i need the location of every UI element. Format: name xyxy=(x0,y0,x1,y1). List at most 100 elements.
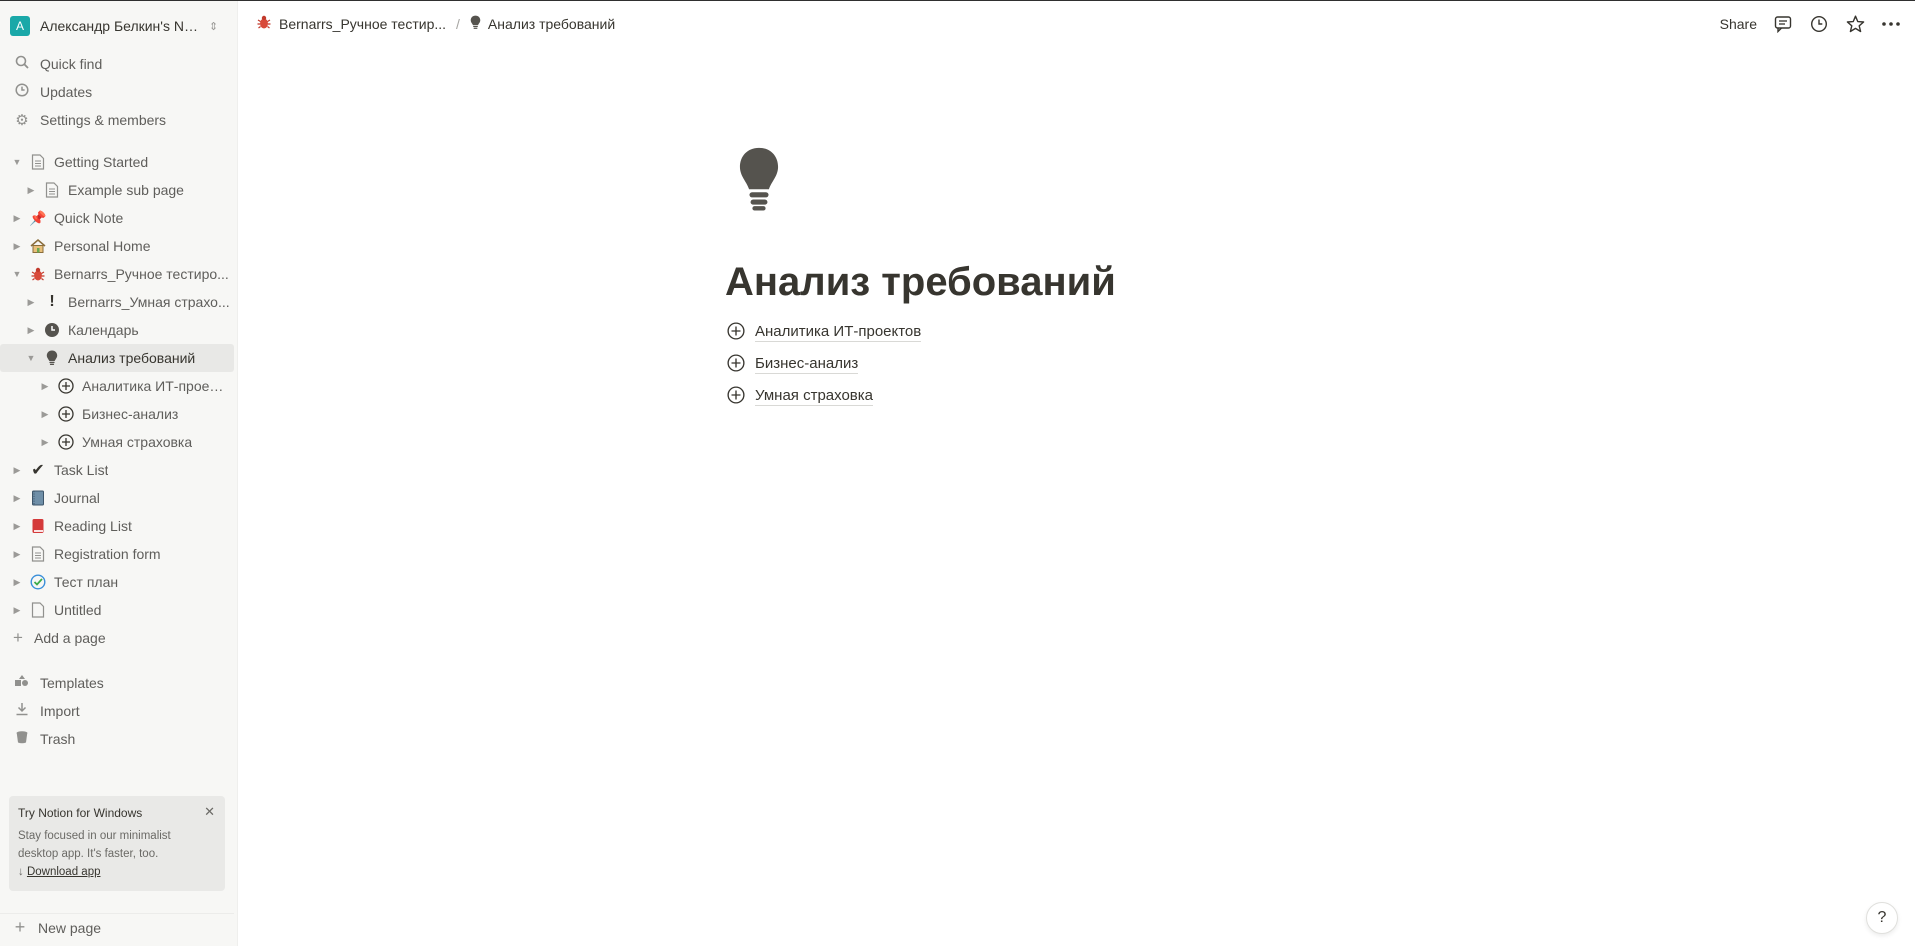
subpage-title: Аналитика ИТ-проектов xyxy=(755,322,922,342)
sidebar-item-reading-list[interactable]: ▶ Reading List xyxy=(10,512,244,540)
expand-toggle-icon[interactable]: ▶ xyxy=(38,381,52,392)
expand-toggle-icon[interactable]: ▶ xyxy=(24,185,38,196)
sidebar: A Александр Белкин's Not... ⇕ Quick find… xyxy=(0,1,238,946)
updates-button[interactable]: Updates xyxy=(0,78,234,106)
templates-button[interactable]: Templates xyxy=(0,669,234,697)
book-icon xyxy=(28,516,48,536)
updates-label: Updates xyxy=(40,84,93,100)
add-page-button[interactable]: + Add a page xyxy=(0,624,234,652)
lightbulb-icon xyxy=(42,348,62,368)
sidebar-item-registration-form[interactable]: ▶ Registration form xyxy=(10,540,244,568)
import-label: Import xyxy=(40,703,80,719)
checkmark-icon: ✔ xyxy=(31,462,45,479)
topbar: Bernarrs_Ручное тестир... / Анализ требо… xyxy=(238,1,1915,46)
share-button[interactable]: Share xyxy=(1720,16,1757,32)
new-page-button[interactable]: + New page xyxy=(0,913,234,941)
expand-toggle-icon[interactable]: ▶ xyxy=(38,409,52,420)
expand-toggle-icon[interactable]: ▶ xyxy=(10,241,24,252)
sidebar-item-example-sub-page[interactable]: ▶ Example sub page xyxy=(24,176,258,204)
sidebar-item-label: Умная страховка xyxy=(82,434,193,450)
promo-body: Stay focused in our minimalist desktop a… xyxy=(18,827,216,881)
add-circle-icon xyxy=(56,432,76,452)
expand-toggle-icon[interactable]: ▶ xyxy=(10,213,24,224)
help-button[interactable]: ? xyxy=(1866,902,1898,934)
workspace-avatar: A xyxy=(10,16,30,36)
expand-toggle-icon[interactable]: ▶ xyxy=(10,605,24,616)
sidebar-item-requirements-analysis[interactable]: ▼ Анализ требований xyxy=(0,344,234,372)
bug-icon xyxy=(256,14,272,33)
expand-toggle-icon[interactable]: ▼ xyxy=(10,269,24,279)
expand-toggle-icon[interactable]: ▶ xyxy=(10,549,24,560)
sidebar-item-label: Аналитика ИТ-проек... xyxy=(82,378,227,394)
desktop-app-promo: Try Notion for Windows ✕ Stay focused in… xyxy=(9,796,225,891)
comment-icon[interactable] xyxy=(1773,14,1793,34)
search-icon xyxy=(12,55,32,73)
templates-label: Templates xyxy=(40,675,104,691)
sidebar-item-label: Календарь xyxy=(68,322,139,338)
trash-button[interactable]: Trash xyxy=(0,725,234,753)
expand-toggle-icon[interactable]: ▶ xyxy=(10,493,24,504)
house-icon xyxy=(28,236,48,256)
breadcrumb-parent[interactable]: Bernarrs_Ручное тестир... xyxy=(256,14,446,33)
sidebar-item-business-analysis[interactable]: ▶ Бизнес-анализ xyxy=(38,400,272,428)
more-options-icon[interactable] xyxy=(1881,14,1901,34)
page-icon xyxy=(28,600,48,620)
promo-line-2: desktop app. It's faster, too. xyxy=(18,848,159,860)
pin-icon: 📌 xyxy=(29,209,47,226)
history-clock-icon[interactable] xyxy=(1809,14,1829,34)
sidebar-item-bernarrs-smart-insurance[interactable]: ▶ ! Bernarrs_Умная страхо... xyxy=(24,288,258,316)
expand-toggle-icon[interactable]: ▶ xyxy=(10,465,24,476)
settings-button[interactable]: ⚙ Settings & members xyxy=(0,106,234,134)
lightbulb-icon xyxy=(470,15,481,33)
sidebar-item-journal[interactable]: ▶ Journal xyxy=(10,484,244,512)
sidebar-item-task-list[interactable]: ▶ ✔ Task List xyxy=(10,456,244,484)
expand-toggle-icon[interactable]: ▶ xyxy=(24,325,38,336)
sidebar-item-untitled[interactable]: ▶ Untitled xyxy=(10,596,244,624)
quick-find-label: Quick find xyxy=(40,56,103,72)
workspace-name: Александр Белкин's Not... xyxy=(40,18,205,34)
sidebar-item-getting-started[interactable]: ▼ Getting Started xyxy=(10,148,244,176)
check-circle-icon xyxy=(28,572,48,592)
sidebar-item-quick-note[interactable]: ▶ 📌 Quick Note xyxy=(10,204,244,232)
sidebar-item-it-analytics[interactable]: ▶ Аналитика ИТ-проек... xyxy=(38,372,272,400)
import-button[interactable]: Import xyxy=(0,697,234,725)
breadcrumb-separator: / xyxy=(456,15,460,32)
expand-toggle-icon[interactable]: ▼ xyxy=(24,353,38,363)
breadcrumb-current[interactable]: Анализ требований xyxy=(470,15,615,33)
expand-toggle-icon[interactable]: ▶ xyxy=(10,577,24,588)
subpage-link-business-analysis[interactable]: Бизнес-анализ xyxy=(727,351,859,377)
sidebar-item-personal-home[interactable]: ▶ Personal Home xyxy=(10,232,244,260)
lightbulb-icon[interactable] xyxy=(737,145,793,217)
star-icon[interactable] xyxy=(1845,14,1865,34)
gear-icon: ⚙ xyxy=(15,112,29,129)
sidebar-item-label: Анализ требований xyxy=(68,350,196,366)
sidebar-item-bernarrs-manual-testing[interactable]: ▼ Bernarrs_Ручное тестиро... xyxy=(10,260,244,288)
sidebar-item-test-plan[interactable]: ▶ Тест план xyxy=(10,568,244,596)
expand-toggle-icon[interactable]: ▶ xyxy=(24,297,38,308)
workspace-switcher[interactable]: A Александр Белкин's Not... ⇕ xyxy=(10,13,228,39)
plus-icon: + xyxy=(14,917,26,937)
plus-icon: + xyxy=(13,628,23,647)
subpage-link-it-analytics[interactable]: Аналитика ИТ-проектов xyxy=(727,319,922,345)
close-icon[interactable]: ✕ xyxy=(204,804,215,820)
add-circle-icon xyxy=(727,354,747,374)
download-app-link[interactable]: Download app xyxy=(27,866,101,878)
topbar-actions: Share xyxy=(1720,1,1915,46)
sidebar-item-smart-insurance[interactable]: ▶ Умная страховка xyxy=(38,428,272,456)
download-icon xyxy=(12,702,32,720)
quick-find-button[interactable]: Quick find xyxy=(0,50,234,78)
exclamation-icon: ! xyxy=(49,293,55,310)
sidebar-item-label: Example sub page xyxy=(68,182,184,198)
expand-toggle-icon[interactable]: ▶ xyxy=(10,521,24,532)
add-circle-icon xyxy=(56,404,76,424)
expand-toggle-icon[interactable]: ▼ xyxy=(10,157,24,167)
expand-toggle-icon[interactable]: ▶ xyxy=(38,437,52,448)
add-circle-icon xyxy=(727,322,747,342)
settings-label: Settings & members xyxy=(40,112,167,128)
promo-title: Try Notion for Windows xyxy=(18,806,143,820)
sidebar-item-label: Bernarrs_Ручное тестиро... xyxy=(54,266,229,282)
subpage-link-smart-insurance[interactable]: Умная страховка xyxy=(727,383,874,409)
notebook-icon xyxy=(28,488,48,508)
sidebar-item-calendar[interactable]: ▶ Календарь xyxy=(24,316,258,344)
page-title[interactable]: Анализ требований xyxy=(725,260,1116,305)
